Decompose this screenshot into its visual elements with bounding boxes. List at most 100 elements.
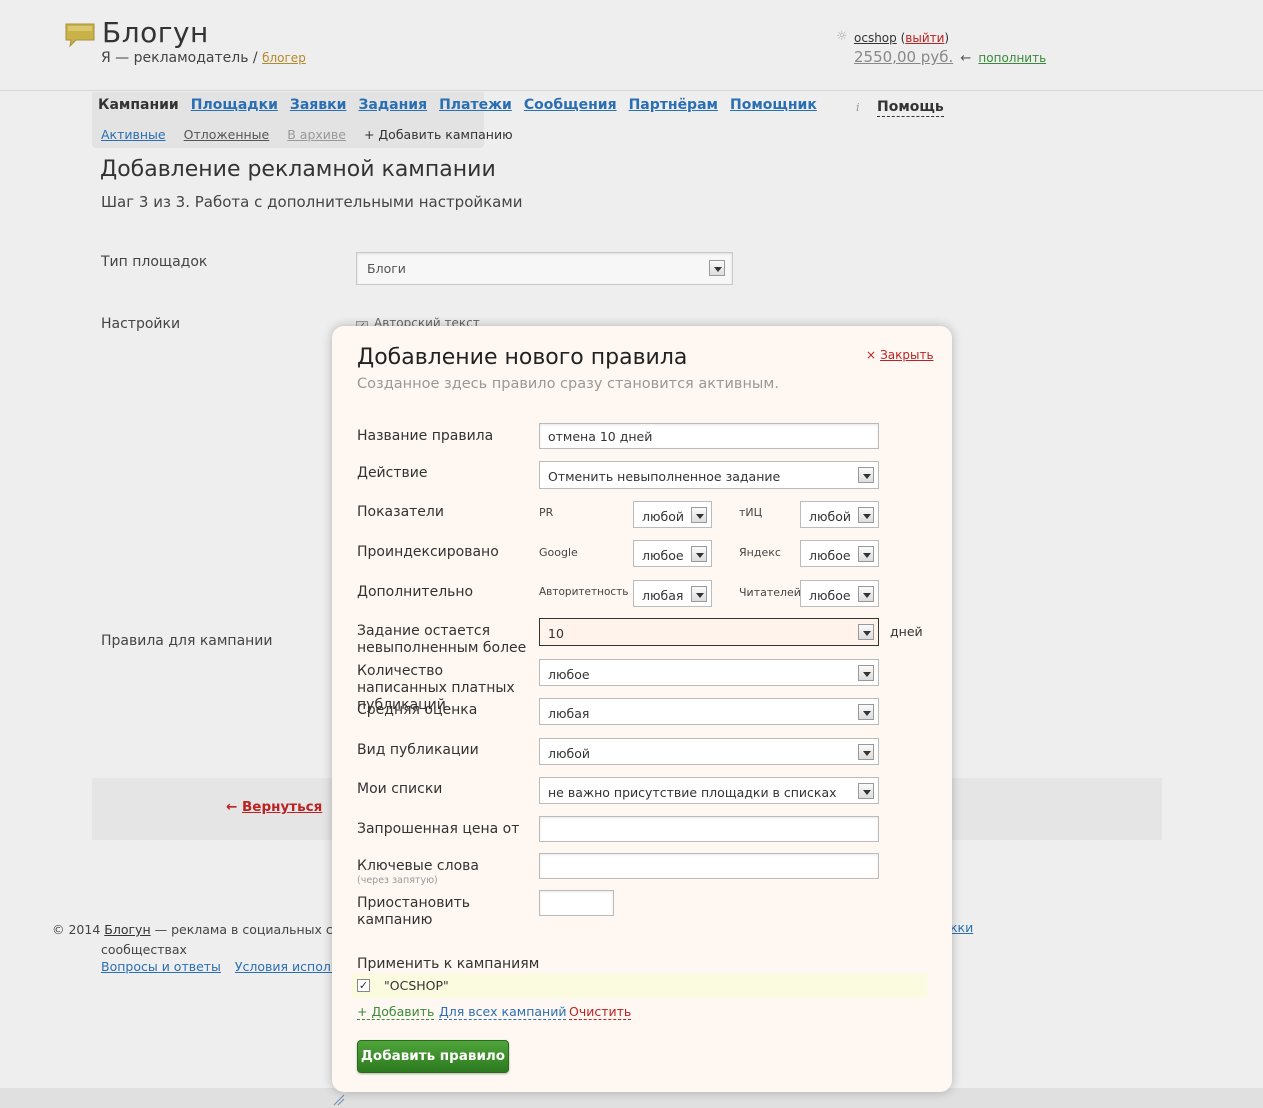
google-value: любое <box>642 548 684 563</box>
extra-label: Дополнительно <box>357 584 474 600</box>
paid-count-value: любое <box>548 667 590 682</box>
rule-name-input[interactable]: отмена 10 дней <box>539 423 879 449</box>
readers-select[interactable]: любое <box>800 580 879 607</box>
price-label: Запрошенная цена от <box>357 821 520 837</box>
indexed-label: Проиндексировано <box>357 544 499 560</box>
rating-select[interactable]: любая <box>539 698 879 725</box>
google-select[interactable]: любое <box>633 540 712 567</box>
topup-link[interactable]: пополнить <box>978 51 1046 65</box>
yandex-value: любое <box>809 548 851 563</box>
rule-name-value: отмена 10 дней <box>548 429 653 444</box>
pr-label: PR <box>539 506 554 519</box>
username-link[interactable]: ocshop <box>854 31 897 45</box>
chevron-down-icon <box>858 467 874 483</box>
tic-select[interactable]: любой <box>800 501 879 528</box>
add-campaign-link[interactable]: + Добавить кампанию <box>364 127 513 142</box>
keywords-hint: (через запятую) <box>357 875 438 886</box>
pub-type-select[interactable]: любой <box>539 738 879 765</box>
close-label: Закрыть <box>880 348 934 362</box>
chevron-down-icon <box>858 665 874 681</box>
platform-type-select[interactable]: Блоги <box>356 252 733 285</box>
add-campaign-button[interactable]: + Добавить <box>357 1004 435 1020</box>
back-link[interactable]: ← Вернуться <box>226 799 322 815</box>
modal-subtitle: Созданное здесь правило сразу становится… <box>357 376 779 392</box>
role-text: Я — рекламодатель / <box>101 50 258 66</box>
footer-link-faq[interactable]: Вопросы и ответы <box>101 959 221 974</box>
subtab-archive[interactable]: В архиве <box>287 127 346 142</box>
subtab-deferred[interactable]: Отложенные <box>184 127 270 142</box>
app-logo-title[interactable]: Блогун <box>102 16 209 49</box>
apply-campaigns-label: Применить к кампаниям <box>357 956 540 972</box>
footer-links: Вопросы и ответы Условия использо <box>101 959 363 974</box>
footer-brand-link[interactable]: Блогун <box>104 922 150 937</box>
platform-type-label: Тип площадок <box>101 254 208 270</box>
nav-tab-assistant[interactable]: Помощник <box>730 97 817 113</box>
close-button[interactable]: × Закрыть <box>866 348 934 362</box>
lists-select[interactable]: не важно присутствие площадки в списках <box>539 777 879 804</box>
authority-label: Авторитетность <box>539 586 629 598</box>
lists-value: не важно присутствие площадки в списках <box>548 785 837 800</box>
lists-label: Мои списки <box>357 781 443 797</box>
paid-count-select[interactable]: любое <box>539 659 879 686</box>
gear-icon[interactable]: ☼ <box>836 30 849 43</box>
nav-tab-requests[interactable]: Заявки <box>290 97 347 113</box>
balance-amount[interactable]: 2550,00 руб. <box>854 48 953 66</box>
action-select[interactable]: Отменить невыполненное задание <box>539 461 879 489</box>
rating-label: Средняя оценка <box>357 702 478 718</box>
clear-button[interactable]: Очистить <box>569 1004 632 1020</box>
nav-tab-tasks[interactable]: Задания <box>358 97 427 113</box>
nav-tab-partners[interactable]: Партнёрам <box>629 97 718 113</box>
nav-tab-platforms[interactable]: Площадки <box>191 97 278 113</box>
chevron-down-icon <box>858 546 874 562</box>
campaign-name: "OCSHOP" <box>384 978 449 993</box>
rating-value: любая <box>548 706 590 721</box>
chevron-down-icon <box>858 744 874 760</box>
tic-value: любой <box>809 509 851 524</box>
pr-value: любой <box>642 509 684 524</box>
chevron-down-icon <box>691 546 707 562</box>
help-link[interactable]: Помощь <box>877 99 944 117</box>
keywords-input[interactable] <box>539 853 879 879</box>
arrow-left-icon: ← <box>226 799 238 815</box>
readers-value: любое <box>809 588 851 603</box>
chevron-down-icon <box>858 783 874 799</box>
metrics-label: Показатели <box>357 504 444 520</box>
resize-grip-icon[interactable] <box>332 1094 346 1106</box>
readers-label: Читателей <box>739 586 801 599</box>
logout-paren-close: ) <box>944 31 950 45</box>
page-title: Добавление рекламной кампании <box>100 157 496 182</box>
page-step: Шаг 3 из 3. Работа с дополнительными нас… <box>101 193 523 211</box>
header-divider <box>0 90 1263 91</box>
pause-input[interactable] <box>539 890 614 916</box>
authority-select[interactable]: любая <box>633 580 712 607</box>
nav-tab-messages[interactable]: Сообщения <box>524 97 617 113</box>
nav-tab-payments[interactable]: Платежи <box>439 97 512 113</box>
chevron-down-icon <box>858 704 874 720</box>
tic-label: тИЦ <box>739 506 763 519</box>
role-switch-link[interactable]: блогер <box>262 51 306 65</box>
pr-select[interactable]: любой <box>633 501 712 528</box>
balance-line: 2550,00 руб. ← пополнить <box>854 48 1046 66</box>
campaign-rules-label: Правила для кампании <box>101 633 273 649</box>
chevron-down-icon <box>691 507 707 523</box>
footer-tagline: — реклама в социальных сетя <box>154 922 356 937</box>
yandex-select[interactable]: любое <box>800 540 879 567</box>
role-line: Я — рекламодатель / блогер <box>101 50 306 66</box>
subtab-active[interactable]: Активные <box>101 127 166 142</box>
keywords-label: Ключевые слова <box>357 858 479 874</box>
footer-right-link[interactable]: кки <box>950 920 973 935</box>
google-label: Google <box>539 546 578 559</box>
campaign-checkbox[interactable]: ✓ <box>357 979 370 992</box>
pub-type-label: Вид публикации <box>357 742 479 758</box>
pause-label: Приостановить кампанию <box>357 895 470 928</box>
arrow-left-icon: ← <box>960 51 972 66</box>
all-campaigns-button[interactable]: Для всех кампаний <box>439 1004 567 1020</box>
nav-tab-campaigns[interactable]: Кампании <box>98 97 179 113</box>
sub-nav: Активные Отложенные В архиве + Добавить … <box>101 127 531 142</box>
price-input[interactable] <box>539 816 879 842</box>
logout-link[interactable]: выйти <box>905 31 944 45</box>
pending-days-select[interactable]: 10 <box>539 618 879 646</box>
action-value: Отменить невыполненное задание <box>548 469 781 484</box>
add-rule-button[interactable]: Добавить правило <box>357 1040 509 1073</box>
authority-value: любая <box>642 588 684 603</box>
